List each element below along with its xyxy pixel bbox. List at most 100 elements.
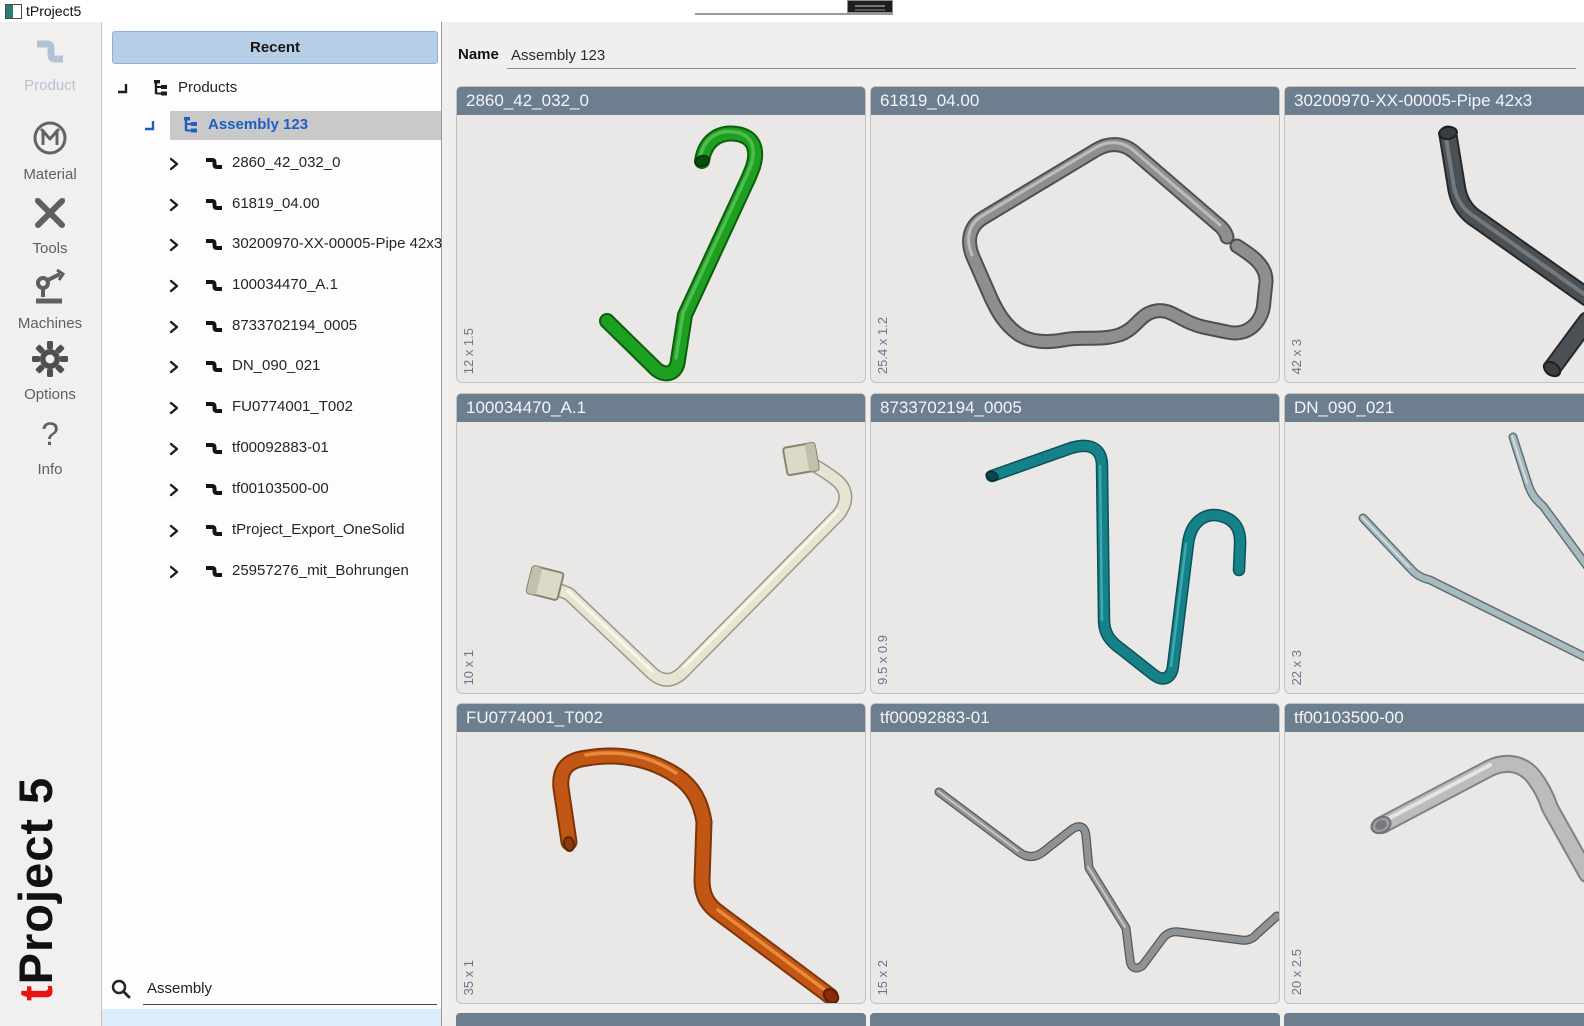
name-input-underline [507,68,1576,69]
part-preview [1285,732,1584,1003]
product-structure-icon [152,80,170,97]
chevron-right-icon[interactable] [168,565,180,579]
chevron-right-icon[interactable] [168,157,180,171]
part-preview [871,422,1279,693]
tube-preview-elbow [1285,732,1584,1003]
tree-node-part[interactable]: 2860_42_032_0 [102,149,441,178]
tree-node-label[interactable]: 30200970-XX-00005-Pipe 42x3 [232,235,442,252]
chevron-right-icon[interactable] [168,524,180,538]
part-card[interactable]: tf00103500-00 20 x 2.5 [1284,703,1584,1004]
tree-node-label[interactable]: tProject_Export_OneSolid [232,521,405,538]
search-input-underline [143,1004,437,1005]
tube-dimension-label: 20 x 2.5 [1289,949,1304,995]
part-card[interactable]: tf00092883-01 15 x 2 [870,703,1280,1004]
product-structure-icon [182,117,200,134]
overlapping-window-button[interactable] [847,0,893,13]
tree-node-part[interactable]: 61819_04.00 [102,190,441,219]
tube-icon [204,358,224,375]
part-card[interactable]: 30200970-XX-00005-Pipe 42x3 42 x 3 [1284,86,1584,383]
part-card-title: 100034470_A.1 [457,394,865,422]
window-title: tProject5 [26,3,81,19]
tree-node-part[interactable]: tf00092883-01 [102,434,441,463]
tree-node-label[interactable]: 100034470_A.1 [232,276,338,293]
sidebar-item-info[interactable]: ? Info [0,417,100,478]
tree-node-part[interactable]: FU0774001_T002 [102,393,441,422]
tube-icon [204,318,224,335]
sidebar-item-tools[interactable]: Tools [0,194,100,257]
tube-preview-loop [871,115,1279,382]
material-icon [30,118,70,158]
sidebar-item-options[interactable]: Options [0,340,100,403]
tree-node-label[interactable]: 8733702194_0005 [232,317,357,334]
expanded-toggle-icon[interactable] [143,119,156,132]
tube-preview-zigzag [871,732,1279,1003]
tree-node-part[interactable]: 25957276_mit_Bohrungen [102,557,441,586]
name-label: Name [458,46,499,63]
machine-icon [30,267,70,307]
tube-icon [204,277,224,294]
tree-root-products[interactable]: Products [102,74,441,103]
app-icon [5,4,22,19]
tube-preview-orange [457,732,865,1003]
part-preview [457,732,865,1003]
chevron-right-icon[interactable] [168,483,180,497]
tube-icon [204,522,224,539]
part-card[interactable]: FU0774001_T002 35 x 1 [456,703,866,1004]
tree-node-assembly[interactable]: Assembly 123 [102,111,441,140]
part-card[interactable]: 8733702194_0005 9.5 x 0.9 [870,393,1280,694]
chevron-right-icon[interactable] [168,320,180,334]
tree-node-label[interactable]: 61819_04.00 [232,195,320,212]
part-card-partial[interactable] [870,1013,1280,1026]
part-card-title: tf00092883-01 [871,704,1279,732]
expanded-toggle-icon[interactable] [116,82,129,95]
sidebar-item-product[interactable]: Product [0,35,100,94]
tube-dimension-label: 9.5 x 0.9 [875,635,890,685]
tree-node-label[interactable]: Products [178,79,237,96]
tree-node-label[interactable]: DN_090_021 [232,357,320,374]
tube-dimension-label: 10 x 1 [461,650,476,685]
svg-text:?: ? [41,417,59,452]
tree-node-label[interactable]: Assembly 123 [208,116,308,133]
part-card[interactable]: 2860_42_032_0 12 x 1.5 [456,86,866,383]
tree-node-label[interactable]: 2860_42_032_0 [232,154,340,171]
tube-icon [204,440,224,457]
part-card-partial[interactable] [1284,1013,1584,1026]
sidebar-item-label: Product [0,77,100,94]
chevron-right-icon[interactable] [168,279,180,293]
part-card-title: DN_090_021 [1285,394,1584,422]
tube-dimension-label: 42 x 3 [1289,339,1304,374]
tree-node-part[interactable]: tf00103500-00 [102,475,441,504]
chevron-right-icon[interactable] [168,401,180,415]
tree-node-part[interactable]: DN_090_021 [102,352,441,381]
part-preview [871,115,1279,382]
tree-node-label[interactable]: 25957276_mit_Bohrungen [232,562,409,579]
part-card[interactable]: 100034470_A.1 10 x 1 [456,393,866,694]
chevron-right-icon[interactable] [168,198,180,212]
search-input[interactable]: Assembly [147,980,212,997]
recent-button[interactable]: Recent [112,31,438,64]
tube-dimension-label: 12 x 1.5 [461,328,476,374]
chevron-right-icon[interactable] [168,238,180,252]
part-card[interactable]: DN_090_021 22 x 3 [1284,393,1584,694]
chevron-right-icon[interactable] [168,442,180,456]
name-input[interactable]: Assembly 123 [511,47,605,64]
tube-dimension-label: 15 x 2 [875,960,890,995]
part-card[interactable]: 61819_04.00 25.4 x 1.2 [870,86,1280,383]
tree-node-part[interactable]: 30200970-XX-00005-Pipe 42x3 [102,230,441,259]
tree-node-part[interactable]: tProject_Export_OneSolid [102,516,441,545]
tree-node-label[interactable]: tf00092883-01 [232,439,329,456]
sidebar-item-material[interactable]: Material [0,118,100,183]
part-preview [1285,422,1584,693]
tree-node-part[interactable]: 8733702194_0005 [102,312,441,341]
part-card-partial[interactable] [456,1013,866,1026]
chevron-right-icon[interactable] [168,360,180,374]
tree-node-label[interactable]: tf00103500-00 [232,480,329,497]
part-card-title: FU0774001_T002 [457,704,865,732]
sidebar-item-machines[interactable]: Machines [0,267,100,332]
part-preview [457,115,865,382]
tree-node-label[interactable]: FU0774001_T002 [232,398,353,415]
part-card-title: 61819_04.00 [871,87,1279,115]
tube-dimension-label: 35 x 1 [461,960,476,995]
tree-node-part[interactable]: 100034470_A.1 [102,271,441,300]
tube-preview-silver [1285,422,1584,693]
